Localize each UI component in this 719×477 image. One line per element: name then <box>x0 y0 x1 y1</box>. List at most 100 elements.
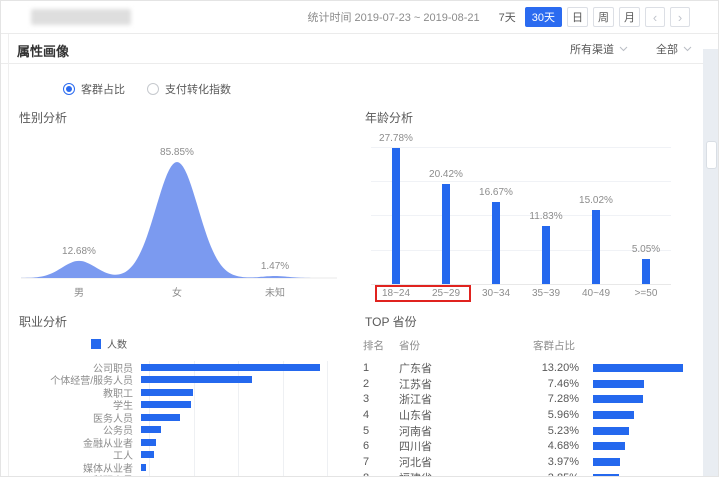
unit-week-button[interactable]: 周 <box>593 7 614 27</box>
age-value-label: 5.05% <box>616 244 676 255</box>
age-bar-group: 16.67%30~34 <box>471 132 521 304</box>
occupation-bar <box>141 414 180 421</box>
province-bar-wrap <box>587 442 702 450</box>
provinces-table-title: TOP 省份 <box>365 313 702 330</box>
scrollbar-track[interactable] <box>703 49 718 476</box>
occupation-bar <box>141 364 320 371</box>
province-bar-wrap <box>587 380 702 388</box>
province-share: 5.96% <box>533 409 587 421</box>
province-row: 7河北省3.97% <box>363 454 702 470</box>
province-bar <box>593 364 683 372</box>
date-controls: 统计时间 2019-07-23 ~ 2019-08-21 7天 30天 日 周 … <box>307 7 690 27</box>
channel-filter-label: 所有渠道 <box>570 41 614 57</box>
province-share: 3.97% <box>533 456 587 468</box>
occupation-bar <box>141 426 161 433</box>
gender-analysis-section: 性别分析 男12.68%女85.85%未知1.47% <box>17 109 349 304</box>
age-bar-chart: 27.78%18~2420.42%25~2916.67%30~3411.83%3… <box>371 132 671 304</box>
province-name: 福建省 <box>399 470 533 477</box>
gender-value-label: 12.68% <box>49 246 109 257</box>
province-row: 2江苏省7.46% <box>363 376 702 392</box>
filter-bar: 所有渠道 全部 <box>570 41 692 57</box>
occupation-bar <box>141 401 191 408</box>
scrollbar-thumb[interactable] <box>706 141 717 169</box>
chevron-down-icon <box>619 46 628 52</box>
province-rank: 4 <box>363 409 399 421</box>
occupation-bar <box>141 376 252 383</box>
prev-period-icon[interactable]: ‹ <box>645 7 665 27</box>
analytics-dashboard: 统计时间 2019-07-23 ~ 2019-08-21 7天 30天 日 周 … <box>0 0 719 477</box>
age-highlight-box <box>375 285 471 302</box>
province-bar-wrap <box>587 427 702 435</box>
province-bar <box>593 380 644 388</box>
age-bar-group: 15.02%40~49 <box>571 132 621 304</box>
channel-filter-dropdown[interactable]: 所有渠道 <box>570 41 628 57</box>
radio-selected-icon <box>63 83 75 95</box>
redacted-page-title <box>31 9 131 25</box>
age-value-label: 11.83% <box>516 211 576 222</box>
next-period-icon[interactable]: › <box>670 7 690 27</box>
occupation-bar-row: 科研人员 <box>17 474 341 477</box>
age-bar <box>392 148 400 284</box>
unit-month-button[interactable]: 月 <box>619 7 640 27</box>
province-name: 河北省 <box>399 454 533 470</box>
gender-value-label: 1.47% <box>245 261 305 272</box>
metric-radio-group: 客群占比 支付转化指数 <box>63 81 702 97</box>
radio-unselected-icon <box>147 83 159 95</box>
age-bar-group: 27.78%18~24 <box>371 132 421 304</box>
province-share: 7.46% <box>533 378 587 390</box>
province-rank: 7 <box>363 456 399 468</box>
age-category-label: >=50 <box>621 288 671 299</box>
age-bar-group: 11.83%35~39 <box>521 132 571 304</box>
age-bar-group: 5.05%>=50 <box>621 132 671 304</box>
unit-day-button[interactable]: 日 <box>567 7 588 27</box>
radio-payment-conversion[interactable]: 支付转化指数 <box>147 81 231 97</box>
col-share: 客群占比 <box>533 338 587 353</box>
gender-category-label: 女 <box>152 284 202 299</box>
range-30d-button[interactable]: 30天 <box>525 7 562 27</box>
province-bar-wrap <box>587 458 702 466</box>
age-category-label: 40~49 <box>571 288 621 299</box>
attribute-portrait-panel: 客群占比 支付转化指数 性别分析 男12.68%女85.85%未知1.47% 年… <box>1 64 718 477</box>
age-category-label: 35~39 <box>521 288 571 299</box>
age-bar <box>642 259 650 284</box>
age-bar-group: 20.42%25~29 <box>421 132 471 304</box>
legend-swatch-icon <box>91 339 101 349</box>
age-chart-title: 年龄分析 <box>365 109 702 126</box>
age-value-label: 16.67% <box>466 187 526 198</box>
province-bar-wrap <box>587 411 702 419</box>
province-name: 山东省 <box>399 407 533 423</box>
gender-chart-title: 性别分析 <box>19 109 349 126</box>
province-share: 3.85% <box>533 472 587 477</box>
age-bar <box>592 210 600 284</box>
provinces-table-header: 排名 省份 客群占比 <box>363 336 702 354</box>
gender-category-label: 未知 <box>250 284 300 299</box>
province-rank: 5 <box>363 425 399 437</box>
scope-filter-label: 全部 <box>656 41 678 57</box>
age-category-label: 30~34 <box>471 288 521 299</box>
occupation-analysis-section: 职业分析 人数 0.00%7.00%14.00%21.00%28.00%公司职员… <box>17 313 349 477</box>
age-value-label: 20.42% <box>416 169 476 180</box>
province-rank: 1 <box>363 362 399 374</box>
topbar: 统计时间 2019-07-23 ~ 2019-08-21 7天 30天 日 周 … <box>1 1 718 34</box>
province-bar <box>593 458 620 466</box>
province-name: 江苏省 <box>399 376 533 392</box>
province-share: 5.23% <box>533 425 587 437</box>
province-name: 广东省 <box>399 360 533 376</box>
age-analysis-section: 年龄分析 27.78%18~2420.42%25~2916.67%30~3411… <box>363 109 702 304</box>
province-row: 5河南省5.23% <box>363 423 702 439</box>
province-rank: 6 <box>363 440 399 452</box>
age-bar <box>442 184 450 284</box>
subheader: 属性画像 所有渠道 全部 <box>1 34 718 64</box>
province-bar <box>593 395 643 403</box>
province-bar <box>593 411 634 419</box>
range-7d-button[interactable]: 7天 <box>495 7 520 27</box>
occupation-bar-chart: 0.00%7.00%14.00%21.00%28.00%公司职员个体经营/服务人… <box>17 361 341 477</box>
scope-filter-dropdown[interactable]: 全部 <box>656 41 692 57</box>
province-row: 4山东省5.96% <box>363 407 702 423</box>
province-bar-wrap <box>587 395 702 403</box>
radio-customer-share[interactable]: 客群占比 <box>63 81 125 97</box>
occupation-bar <box>141 439 156 446</box>
occupation-bar <box>141 389 193 396</box>
chevron-down-icon <box>683 46 692 52</box>
province-rank: 3 <box>363 393 399 405</box>
